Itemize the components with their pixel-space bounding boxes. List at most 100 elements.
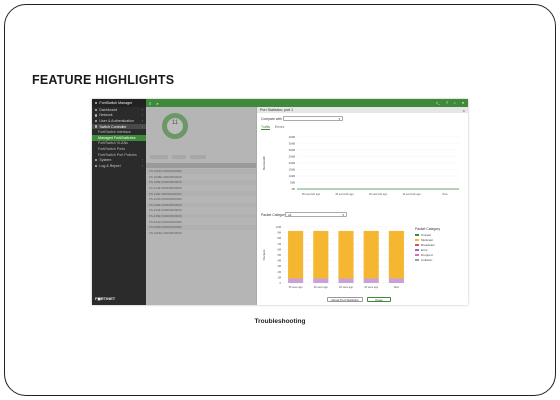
x-tick-label: 35 seconds ago [302, 192, 321, 196]
compare-label: Compare with [261, 117, 282, 121]
legend-label: Collision [421, 258, 433, 262]
close-button[interactable]: Close [367, 297, 391, 302]
legend-item: Broadcast [415, 243, 435, 247]
bar-error [388, 278, 404, 283]
chevron-right-icon: › [141, 158, 143, 163]
dialog-title-bar: Port Statistics: port 1 × [257, 107, 468, 113]
help-icon[interactable]: ? [446, 101, 448, 105]
port-statistics-dialog: Port Statistics: port 1 × Compare with ▾… [256, 107, 468, 305]
legend-swatch [415, 238, 419, 242]
sidebar-item-icon [95, 108, 98, 111]
sidebar-item-icon [95, 125, 98, 128]
legend-swatch [415, 248, 419, 252]
x-tick-label: Now [442, 192, 447, 196]
dialog-title: Port Statistics: port 1 [260, 108, 294, 112]
chevron-right-icon: › [141, 163, 143, 168]
bell-icon[interactable]: ♪ [454, 101, 456, 105]
legend-swatch [415, 253, 419, 257]
packet-category-label: Packet Category [261, 213, 287, 217]
sidebar-item-label: Dashboard [99, 107, 117, 112]
tab-traffic[interactable]: Traffic [261, 125, 271, 130]
sidebar-item-label: FortiSwitch Interface [98, 130, 131, 135]
legend-label: Unicast [421, 233, 432, 237]
legend-item: Dropped [415, 253, 433, 257]
legend-label: Broadcast [421, 243, 435, 247]
compare-select[interactable]: ▾ [283, 116, 343, 121]
y-tick-label: 1M [277, 275, 281, 279]
y-tick-label: 10M [276, 225, 281, 229]
y-tick-label: 8M [277, 236, 281, 240]
y-tick-label: 5kB [290, 181, 295, 185]
menu-icon[interactable]: ≡ [149, 101, 151, 106]
sidebar-item-label: FortiSwitch VLANs [98, 141, 128, 146]
sidebar-item-label: FortiSwitch Port Policies [98, 152, 137, 157]
y-tick-label: 30kB [289, 148, 296, 152]
x-tick-label: 20 seconds ago [369, 192, 388, 196]
y-axis-label: Packets [262, 249, 266, 260]
bar-error [338, 278, 354, 283]
y-tick-label: 3M [277, 264, 281, 268]
y-tick-label: 15kB [289, 168, 296, 172]
x-tick-label: 10 seconds ago [402, 192, 421, 196]
packet-category-value: All [288, 212, 292, 217]
x-tick-label: 35 secs ago [289, 285, 304, 289]
y-tick-label: 40kB [289, 135, 296, 139]
bar-multicast [363, 230, 379, 279]
y-tick-label: 35kB [289, 142, 296, 146]
legend-item: Multicast [415, 238, 433, 242]
y-tick-label: 0 [280, 281, 282, 285]
legend-item: Unicast [415, 233, 431, 237]
y-tick-label: 2M [277, 270, 281, 274]
sidebar-header: FortiSwitch Manager [92, 99, 146, 107]
terminal-icon[interactable]: >_ [436, 101, 440, 105]
tab-errors[interactable]: Errors [275, 125, 284, 129]
packet-category-select[interactable]: All ▾ [285, 212, 347, 217]
y-tick-label: 7M [277, 242, 281, 246]
chevron-right-icon: › [141, 113, 143, 118]
sidebar-item-label: Managed FortiSwitches [98, 135, 136, 140]
legend-swatch [415, 258, 419, 262]
legend-label: Dropped [421, 253, 433, 257]
sidebar-item-label: Log & Report [99, 163, 121, 168]
search-icon[interactable]: ⌕ [156, 101, 158, 106]
sidebar-item[interactable]: Log & Report › [92, 163, 146, 169]
ui-screenshot: FortiSwitch Manager Dashboard › Network › Us… [92, 99, 468, 305]
x-tick-label: 30 secs ago [314, 285, 329, 289]
legend-swatch [415, 233, 419, 237]
sidebar: FortiSwitch Manager Dashboard › Network › Us… [92, 99, 146, 305]
chevron-right-icon: › [141, 118, 143, 123]
sidebar-item-label: Switch Controller [99, 124, 127, 129]
bar-multicast [313, 230, 329, 279]
chevron-down-icon: ▾ [338, 116, 340, 121]
x-tick-label: Now [394, 285, 399, 289]
sidebar-item-icon [95, 158, 98, 162]
sidebar-item-label: User & Authentication [99, 118, 134, 123]
sidebar-item-label: FortiSwitch Ports [98, 146, 126, 151]
sidebar-item-label: Network [99, 113, 113, 118]
sidebar-item-label: System [99, 158, 112, 163]
y-tick-label: 9M [277, 231, 281, 235]
y-tick-label: 0B [292, 187, 296, 191]
packets-bar-chart: Packets 10M 9M8M 7M6M 5M 4M3M 2M1M 0 35 secs ago… [262, 225, 409, 289]
bandwidth-line-chart: Bandwidth 40kB 35kB 30kB 25kB 20kB 15kB 10kB 5kB… [262, 135, 459, 196]
x-tick-label: 10 secs ago [364, 285, 379, 289]
chevron-down-icon: ▾ [342, 212, 344, 217]
caption: Troubleshooting [254, 318, 306, 325]
close-icon[interactable]: × [463, 108, 465, 113]
bar-multicast [338, 230, 354, 279]
user-icon[interactable]: ● [462, 101, 464, 105]
sidebar-item-icon [95, 114, 98, 117]
legend-item: Error [415, 248, 428, 252]
legend-label: Multicast [421, 238, 433, 242]
sidebar-item-icon [95, 164, 98, 167]
x-tick-label: 30 seconds ago [335, 192, 354, 196]
reset-port-statistics-button[interactable]: Reset Port Statistics [327, 297, 363, 302]
chevron-right-icon: › [141, 107, 143, 112]
legend-label: Error [421, 248, 428, 252]
modal-overlay [146, 107, 256, 305]
legend-title: Packet Category [415, 227, 441, 231]
y-tick-label: 20kB [289, 161, 296, 165]
chevron-right-icon: › [141, 124, 143, 129]
page-heading: FEATURE HIGHLIGHTS [32, 73, 175, 87]
y-tick-label: 10kB [289, 174, 296, 178]
